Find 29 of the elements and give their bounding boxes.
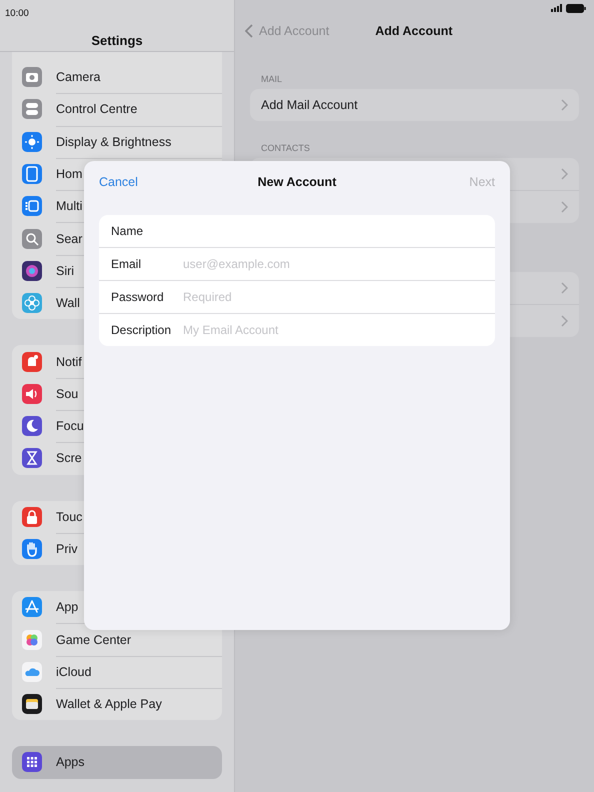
item-label: Camera	[56, 70, 100, 84]
field-label: Email	[111, 257, 142, 271]
section-header: CONTACTS	[260, 143, 311, 153]
item-label: Scre	[56, 451, 82, 466]
item-label: Game Center	[56, 632, 132, 647]
item-label: Sou	[56, 386, 78, 401]
field-label: Name	[111, 224, 144, 238]
item-label: Wall	[56, 296, 80, 310]
field-label: Password	[111, 290, 165, 304]
page-title: Add Account	[375, 24, 453, 38]
item-label: Control Centre	[56, 102, 138, 116]
item-label: App	[56, 600, 78, 614]
item-label: Display & Brightness	[56, 134, 172, 149]
section-header: MAIL	[260, 74, 284, 84]
item-label: Touc	[56, 510, 82, 524]
item-label: Siri	[56, 264, 74, 278]
dialog-title: New Account	[258, 175, 336, 189]
item-label: Notif	[56, 354, 82, 369]
sidebar-title: Settings	[90, 33, 144, 48]
item-label: Hom	[56, 167, 82, 182]
item-label: Wallet & Apple Pay	[56, 697, 162, 712]
item-label: iCloud	[56, 664, 92, 679]
item-label: Sear	[56, 232, 82, 246]
item-label: Multi	[56, 199, 82, 214]
item-label: Focu	[56, 419, 84, 434]
item-label: Priv	[56, 542, 78, 556]
field-label: Description	[111, 323, 172, 337]
item-label: Apps	[56, 755, 84, 770]
status-time: 10:00	[5, 8, 29, 19]
